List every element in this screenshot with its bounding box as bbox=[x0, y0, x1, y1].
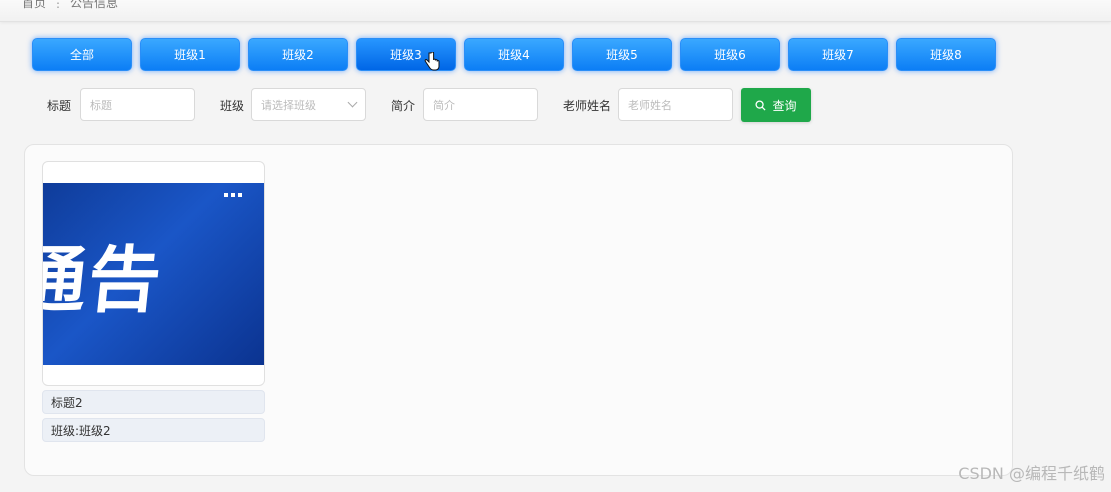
title-filter-input[interactable]: 标题 bbox=[80, 88, 195, 121]
title-filter-placeholder: 标题 bbox=[90, 98, 112, 112]
tab-class-1[interactable]: 班级1 bbox=[140, 38, 240, 71]
breadcrumb-current: 公告信息 bbox=[70, 0, 119, 10]
hand-cursor-icon bbox=[424, 52, 440, 71]
notice-card[interactable]: 通告 标题2 班级:班级2 bbox=[42, 161, 265, 442]
tab-class-2[interactable]: 班级2 bbox=[248, 38, 348, 71]
intro-filter-input[interactable]: 简介 bbox=[423, 88, 538, 121]
filter-bar: 标题 标题 班级 请选择班级 简介 简介 老师姓名 老师姓名 查询 bbox=[0, 88, 1111, 122]
notice-card-title: 标题2 bbox=[42, 390, 265, 414]
class-filter-label: 班级 bbox=[220, 99, 245, 113]
tab-class-5[interactable]: 班级5 bbox=[572, 38, 672, 71]
breadcrumb-separator: ⋮ bbox=[52, 0, 65, 10]
intro-filter-placeholder: 简介 bbox=[433, 98, 455, 112]
tab-class-8[interactable]: 班级8 bbox=[896, 38, 996, 71]
teacher-filter-label: 老师姓名 bbox=[563, 99, 612, 113]
tab-class-6[interactable]: 班级6 bbox=[680, 38, 780, 71]
watermark: CSDN @编程千纸鹤 bbox=[958, 464, 1105, 483]
chevron-down-icon bbox=[347, 97, 358, 108]
intro-filter-label: 简介 bbox=[391, 99, 416, 113]
breadcrumb-home[interactable]: 首页 bbox=[22, 0, 46, 11]
more-icon bbox=[224, 193, 242, 197]
notice-card-class: 班级:班级2 bbox=[42, 418, 265, 442]
breadcrumb: 首页 ⋮ 公告信息 bbox=[22, 0, 118, 11]
class-select[interactable]: 请选择班级 bbox=[251, 88, 366, 121]
tab-all[interactable]: 全部 bbox=[32, 38, 132, 71]
class-select-placeholder: 请选择班级 bbox=[261, 98, 316, 112]
banner-text: 通告 bbox=[43, 238, 167, 322]
tab-class-3[interactable]: 班级3 bbox=[356, 38, 456, 71]
title-filter-label: 标题 bbox=[47, 99, 72, 113]
notice-card-image[interactable]: 通告 bbox=[42, 161, 265, 386]
top-bar: 首页 ⋮ 公告信息 bbox=[0, 0, 1111, 22]
tab-class-4[interactable]: 班级4 bbox=[464, 38, 564, 71]
teacher-filter-placeholder: 老师姓名 bbox=[628, 98, 672, 112]
notice-banner: 通告 bbox=[43, 183, 264, 365]
search-icon bbox=[755, 99, 767, 111]
class-tabs: 全部 班级1 班级2 班级3 班级4 班级5 班级6 班级7 班级8 bbox=[32, 38, 996, 71]
query-button-label: 查询 bbox=[772, 98, 797, 113]
query-button[interactable]: 查询 bbox=[741, 88, 811, 122]
teacher-filter-input[interactable]: 老师姓名 bbox=[618, 88, 733, 121]
tab-class-7[interactable]: 班级7 bbox=[788, 38, 888, 71]
